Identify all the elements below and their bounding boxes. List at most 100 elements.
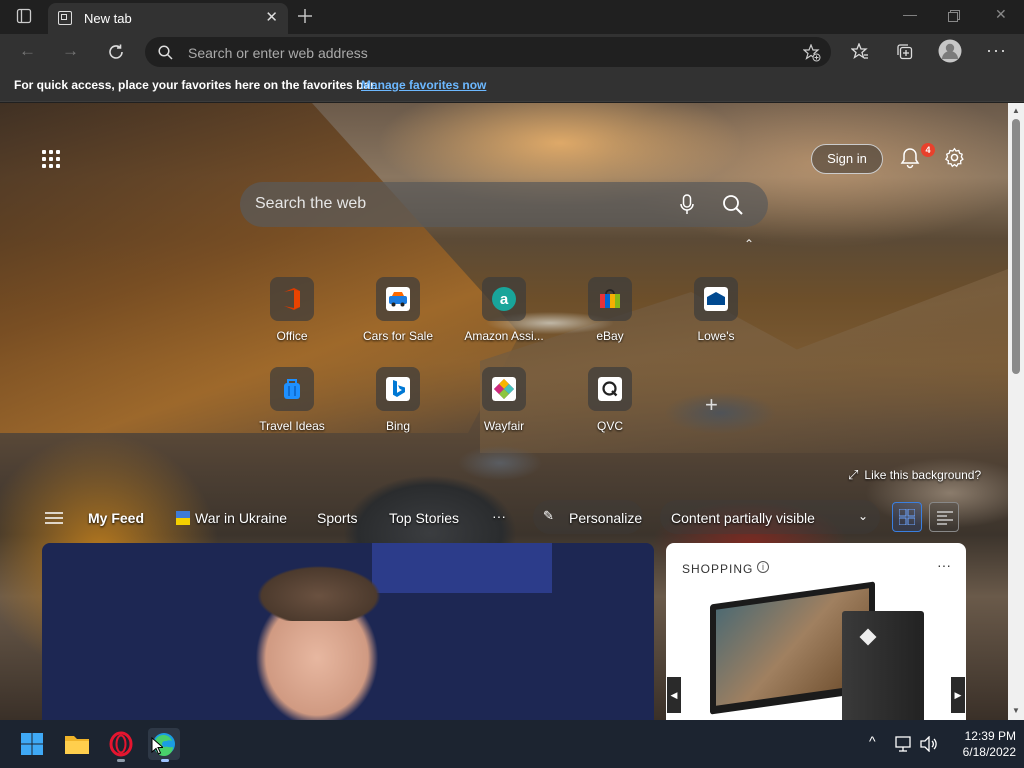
tab-actions-icon[interactable] [16,8,32,24]
tab-title: New tab [84,11,132,26]
manage-favorites-link[interactable]: Manage favorites now [361,78,486,92]
info-icon[interactable]: i [757,561,769,573]
search-submit-icon[interactable] [722,194,744,216]
clock-date: 6/18/2022 [962,745,1016,759]
forward-button[interactable]: → [62,41,79,61]
hamburger-menu-icon[interactable] [45,512,63,524]
shopping-card: SHOPPING i ··· [666,543,966,720]
favorites-icon[interactable] [851,43,869,61]
back-button[interactable]: ← [19,41,36,61]
feed-navigation: My Feed War in Ukraine Sports Top Storie… [0,500,1008,536]
qvc-icon [598,377,622,401]
edge-running-indicator [161,759,169,762]
shopping-header: SHOPPING [682,562,754,576]
list-view-button[interactable] [929,502,959,532]
notifications-bell-icon[interactable] [900,147,920,169]
opera-browser-icon[interactable] [105,728,137,760]
taskbar: ^ 12:39 PM 6/18/2022 [0,720,1024,768]
quick-link-office[interactable]: Office [247,277,337,343]
add-favorite-icon[interactable] [803,44,821,62]
navigation-bar: ← → Search or enter web address ··· [0,34,1024,70]
list-view-icon [937,511,953,525]
content-visibility-value: Content partially visible [671,510,815,526]
scroll-down-arrow-icon[interactable]: ▼ [1012,706,1020,715]
expand-arrow-icon: ⤢ [848,467,859,482]
settings-and-more-button[interactable]: ··· [986,40,1007,61]
search-icon [158,45,173,60]
lowes-icon [704,287,728,311]
notification-badge: 4 [921,143,935,157]
show-hidden-icons-chevron-icon[interactable]: ^ [869,733,876,749]
tab-new-tab[interactable]: New tab ✕ [48,3,288,34]
amazon-icon: a [492,287,516,311]
quick-link-label: Lowe's [697,329,735,343]
volume-icon[interactable] [920,736,938,752]
news-card[interactable] [42,543,654,720]
cars-icon [386,287,410,311]
shopping-more-button[interactable]: ··· [937,557,951,573]
quick-link-label: Cars for Sale [362,329,434,343]
profile-avatar[interactable] [938,39,962,63]
new-tab-button[interactable] [297,8,313,24]
collapse-quick-links-chevron-icon[interactable]: ⌃ [744,237,754,251]
office-icon [284,288,300,310]
page-scrollbar[interactable]: ▲ ▼ [1008,103,1024,720]
minimize-button[interactable]: — [903,6,917,22]
quick-link-travel-ideas[interactable]: Travel Ideas [247,367,337,433]
scroll-up-arrow-icon[interactable]: ▲ [1012,106,1020,115]
close-tab-icon[interactable]: ✕ [265,8,278,26]
tower-logo [859,628,877,646]
quick-link-bing[interactable]: Bing [353,367,443,433]
quick-link-amazon-assistant[interactable]: a Amazon Assi... [459,277,549,343]
quick-link-label: QVC [596,419,623,433]
product-tower-image[interactable] [842,611,924,720]
add-site-icon[interactable]: + [705,392,718,418]
carousel-previous-button[interactable]: ◀ [667,677,681,713]
like-background-link[interactable]: ⤢ Like this background? [848,467,981,483]
quick-link-qvc[interactable]: QVC [565,367,655,433]
tab-bar: New tab ✕ — ✕ [0,0,1024,34]
chevron-down-icon: ⌄ [858,509,869,523]
tab-my-feed[interactable]: My Feed [88,510,144,526]
sign-in-button[interactable]: Sign in [811,144,883,174]
collections-icon[interactable] [896,43,914,61]
close-window-button[interactable]: ✕ [995,6,1007,23]
bing-icon [386,377,410,401]
quick-link-cars-for-sale[interactable]: Cars for Sale [353,277,443,343]
scrollbar-thumb[interactable] [1012,119,1020,374]
file-explorer-icon[interactable] [61,728,93,760]
more-topics-button[interactable]: ··· [492,508,506,524]
news-card-image-hair [237,551,402,621]
quick-link-ebay[interactable]: eBay [565,277,655,343]
personalize-label: Personalize [569,510,643,526]
new-tab-page: Sign in 4 Search the web ⌃ Office Cars f… [0,103,1008,720]
tab-war-in-ukraine[interactable]: War in Ukraine [195,510,287,526]
restore-button[interactable] [948,10,960,22]
tab-top-stories[interactable]: Top Stories [389,510,459,526]
address-placeholder: Search or enter web address [188,45,368,61]
quick-link-label: eBay [596,329,624,343]
content-visibility-dropdown[interactable]: Content partially visible ⌄ [660,500,880,534]
tab-sports[interactable]: Sports [317,510,357,526]
refresh-button[interactable] [107,43,125,61]
quick-link-lowes[interactable]: Lowe's [671,277,761,343]
address-bar[interactable]: Search or enter web address [145,37,831,67]
grid-view-button[interactable] [892,502,922,532]
personalize-button[interactable]: ✎ Personalize [533,500,643,534]
app-launcher-icon[interactable] [40,150,62,172]
network-icon[interactable] [895,736,913,752]
new-tab-icon [58,11,72,25]
page-settings-gear-icon[interactable] [944,147,965,168]
svg-text:a: a [500,291,509,308]
quick-link-wayfair[interactable]: Wayfair [459,367,549,433]
carousel-next-button[interactable]: ▶ [951,677,965,713]
mouse-cursor-icon [151,737,163,755]
favorites-bar: For quick access, place your favorites h… [0,70,1024,102]
web-search-box[interactable]: Search the web [240,182,768,227]
start-windows-icon[interactable] [16,728,48,760]
system-clock[interactable]: 12:39 PM 6/18/2022 [940,728,1016,760]
clock-time: 12:39 PM [964,729,1016,743]
microphone-icon[interactable] [680,194,694,216]
quick-link-label: Amazon Assi... [464,329,544,343]
quick-link-label: Wayfair [483,419,525,433]
